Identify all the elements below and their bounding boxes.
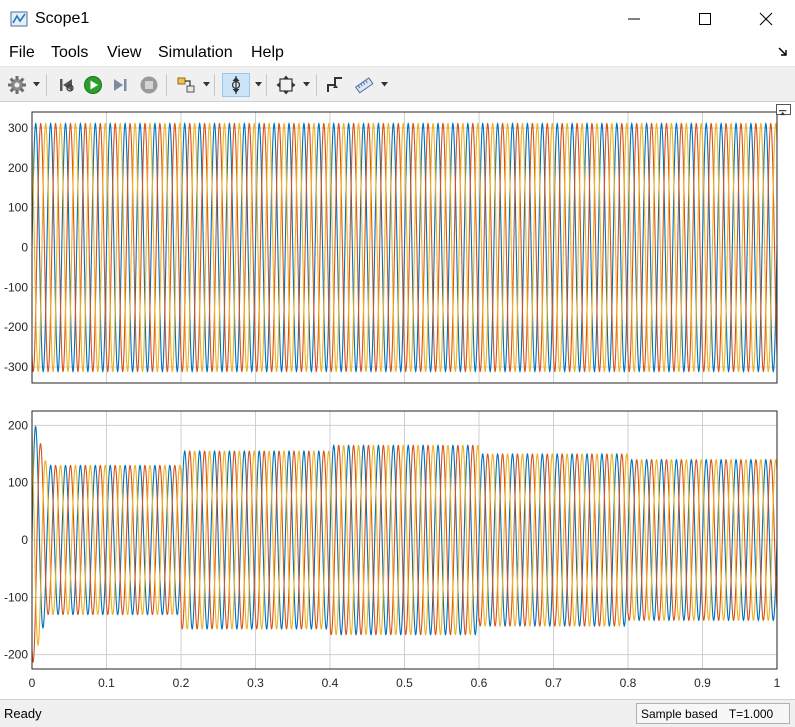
triggers-button[interactable]: [323, 73, 347, 97]
x-tick-label: 0.1: [98, 676, 115, 690]
toolbar-separator: [266, 74, 267, 96]
y-tick-label: 200: [8, 161, 28, 175]
menu-help[interactable]: Help: [251, 44, 284, 62]
step-forward-button[interactable]: [108, 73, 132, 97]
upper-axes[interactable]: -300 -200 -100 0 100 200 300: [4, 111, 778, 384]
title-bar: Scope1: [0, 0, 795, 38]
close-icon: [759, 12, 773, 26]
chevron-down-icon[interactable]: [303, 82, 310, 87]
undock-button[interactable]: [776, 104, 791, 116]
chevron-down-icon[interactable]: [381, 82, 388, 87]
matlab-logo-icon: [10, 10, 28, 28]
x-tick-label: 0.4: [322, 676, 339, 690]
zoom-in-icon: [231, 76, 241, 94]
step-forward-icon: [114, 79, 127, 91]
dock-arrow-icon[interactable]: [777, 46, 789, 58]
menu-file[interactable]: File: [9, 44, 35, 62]
menu-bar: File Tools View Simulation Help: [0, 38, 795, 66]
toolbar-separator: [46, 74, 47, 96]
configuration-button[interactable]: [5, 73, 29, 97]
toolbar-separator: [166, 74, 167, 96]
scale-axes-button[interactable]: [274, 73, 298, 97]
y-tick-label: -200: [4, 320, 28, 334]
run-button[interactable]: [81, 73, 105, 97]
chevron-down-icon[interactable]: [203, 82, 210, 87]
zoom-button[interactable]: [222, 73, 250, 97]
y-tick-label: 300: [8, 121, 28, 135]
highlight-block-button[interactable]: [174, 73, 198, 97]
maximize-button[interactable]: [682, 0, 728, 38]
x-tick-label: 0.7: [545, 676, 562, 690]
toolbar: [0, 66, 795, 102]
sample-mode-label: Sample based: [641, 707, 718, 721]
triggers-icon: [327, 77, 342, 92]
x-tick-label: 0.2: [173, 676, 190, 690]
stop-button[interactable]: [137, 73, 161, 97]
cursor-measurements-icon: [355, 77, 374, 94]
x-tick-label: 1: [774, 676, 781, 690]
y-tick-label: 0: [21, 533, 28, 547]
menu-simulation[interactable]: Simulation: [158, 44, 233, 62]
chevron-down-icon[interactable]: [33, 82, 40, 87]
y-tick-label: 100: [8, 476, 28, 490]
y-tick-label: 200: [8, 418, 28, 432]
y-tick-label: -200: [4, 648, 28, 662]
stop-icon: [140, 76, 158, 94]
y-tick-label: 0: [21, 241, 28, 255]
x-tick-label: 0.8: [620, 676, 637, 690]
x-tick-label: 0.6: [471, 676, 488, 690]
configuration-gear-icon: [8, 76, 26, 94]
minimize-button[interactable]: [611, 0, 657, 38]
undock-icon: [779, 110, 787, 116]
x-tick-label: 0.3: [247, 676, 264, 690]
step-back-button[interactable]: [54, 73, 78, 97]
maximize-icon: [699, 13, 711, 25]
minimize-icon: [628, 18, 640, 20]
menu-tools[interactable]: Tools: [51, 44, 88, 62]
toolbar-separator: [214, 74, 215, 96]
y-tick-label: -300: [4, 360, 28, 374]
menu-view[interactable]: View: [107, 44, 141, 62]
x-tick-label: 0.5: [396, 676, 413, 690]
y-tick-label: -100: [4, 590, 28, 604]
scale-axes-icon: [276, 75, 296, 95]
close-button[interactable]: [743, 0, 789, 38]
run-icon: [84, 76, 102, 94]
status-bar: Ready Sample based T=1.000: [0, 699, 795, 727]
highlight-simulink-block-icon: [177, 77, 195, 93]
y-tick-label: 100: [8, 201, 28, 215]
window-title: Scope1: [35, 10, 90, 27]
chevron-down-icon[interactable]: [255, 82, 262, 87]
status-info-box: Sample based T=1.000: [636, 703, 790, 724]
simulation-time-label: T=1.000: [728, 707, 774, 721]
cursor-measurements-button[interactable]: [352, 73, 376, 97]
scope-plots[interactable]: -300 -200 -100 0 100 200 300 -200 -100 0 100 200 0 0…: [0, 102, 795, 699]
lower-axes[interactable]: -200 -100 0 100 200 0 0.1 0.2 0.3 0.4 0.5 0.6 0.7 0.8…: [4, 410, 781, 690]
y-tick-label: -100: [4, 280, 28, 294]
status-text: Ready: [4, 706, 42, 721]
x-tick-label: 0: [29, 676, 36, 690]
x-tick-label: 0.9: [694, 676, 711, 690]
step-back-icon: [60, 79, 74, 92]
scope-display: -300 -200 -100 0 100 200 300 -200 -100 0 100 200 0 0…: [0, 102, 795, 699]
toolbar-separator: [316, 74, 317, 96]
